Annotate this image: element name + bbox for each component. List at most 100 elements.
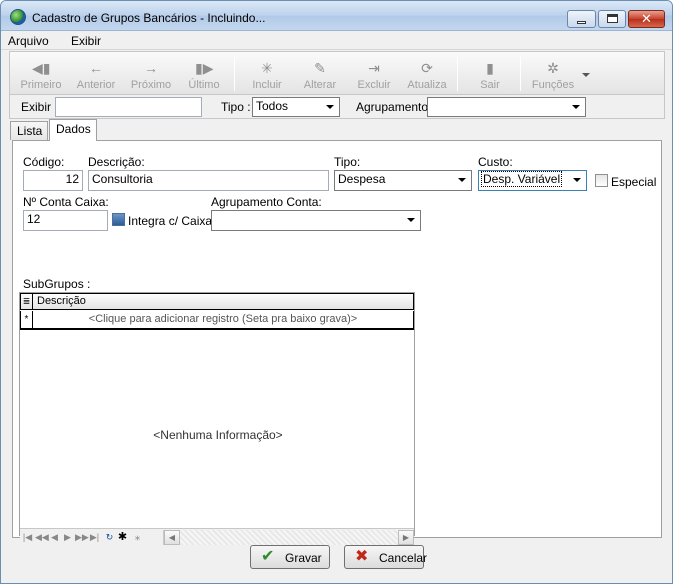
tipo-filter-select[interactable]: Todos — [252, 97, 340, 117]
funcoes-dropdown-arrow-icon[interactable] — [582, 73, 590, 77]
window-title: Cadastro de Grupos Bancários - Incluindo… — [32, 11, 266, 25]
menu-exibir[interactable]: Exibir — [71, 34, 101, 48]
codigo-label: Código: — [23, 155, 65, 169]
close-button[interactable]: ✕ — [628, 10, 665, 28]
chevron-down-icon — [326, 105, 334, 109]
agrupamento-conta-select[interactable] — [211, 210, 421, 231]
main-window: Cadastro de Grupos Bancários - Incluindo… — [0, 0, 673, 584]
toolbar-proximo-button[interactable]: → Próximo — [124, 54, 178, 94]
globe-app-icon — [10, 9, 26, 25]
dados-panel: Código: 12 Descrição: Consultoria Tipo: … — [12, 140, 662, 545]
grid-column-descricao[interactable]: Descrição — [37, 295, 86, 307]
menu-arquivo[interactable]: Arquivo — [8, 34, 49, 48]
nav-prior-icon[interactable]: ◀ — [49, 531, 60, 543]
cancel-x-icon: ✖ — [355, 548, 369, 565]
chevron-down-icon — [458, 178, 466, 182]
gravar-label: Gravar — [285, 551, 322, 565]
tipo-label: Tipo: — [334, 155, 361, 169]
integra-caixa-checkbox[interactable] — [112, 213, 125, 226]
subgrupos-label: SubGrupos : — [23, 277, 91, 291]
toolbar-incluir-button[interactable]: ✳ Incluir — [240, 54, 294, 94]
cancelar-label: Cancelar — [379, 551, 428, 565]
first-record-icon: ◀▮ — [32, 60, 51, 76]
grid-horizontal-scrollbar[interactable]: ◀ ▶ — [163, 530, 414, 545]
gravar-button[interactable]: ✔ Gravar — [250, 545, 330, 569]
exibir-input[interactable] — [55, 97, 202, 117]
new-row-hint: <Clique para adicionar registro (Seta pr… — [88, 313, 358, 325]
toolbar: ◀▮ Primeiro ← Anterior → Próximo ▮▶ Últi… — [9, 51, 665, 95]
chevron-down-icon — [573, 178, 581, 182]
toolbar-alterar-button[interactable]: ✎ Alterar — [293, 54, 347, 94]
chevron-down-icon — [572, 105, 580, 109]
toolbar-atualiza-button[interactable]: ⟳ Atualiza — [400, 54, 454, 94]
scroll-right-icon[interactable]: ▶ — [398, 530, 414, 545]
toolbar-button-label: Sair — [480, 79, 500, 91]
toolbar-button-label: Primeiro — [20, 79, 62, 91]
descricao-label: Descrição: — [88, 155, 145, 169]
toolbar-button-label: Excluir — [357, 79, 391, 91]
cancelar-button[interactable]: ✖ Cancelar — [344, 545, 428, 569]
scroll-left-icon[interactable]: ◀ — [164, 530, 180, 545]
conta-caixa-input[interactable]: 12 — [23, 210, 108, 231]
custo-value: Desp. Variável — [480, 171, 563, 187]
edit-record-icon: ✎ — [314, 60, 326, 76]
maximize-button[interactable] — [598, 10, 626, 28]
nav-insert-icon[interactable]: ✱ — [117, 531, 128, 543]
previous-arrow-icon: ← — [89, 60, 103, 76]
nav-prior-page-icon[interactable]: ◀◀ — [35, 531, 49, 543]
toolbar-primeiro-button[interactable]: ◀▮ Primeiro — [14, 54, 68, 94]
exit-door-icon: ▮ — [486, 60, 494, 76]
title-bar[interactable]: Cadastro de Grupos Bancários - Incluindo… — [1, 1, 672, 31]
close-icon: ✕ — [641, 11, 652, 26]
toolbar-sair-button[interactable]: ▮ Sair — [463, 54, 517, 94]
agrupamento-filter-label: Agrupamento: — [356, 100, 432, 114]
new-record-icon: ✳ — [261, 60, 273, 76]
minimize-button[interactable] — [567, 10, 596, 28]
nav-append-icon[interactable]: ⁎ — [132, 531, 143, 543]
tab-strip: Lista Dados — [9, 119, 665, 141]
toolbar-button-label: Próximo — [130, 79, 172, 91]
toolbar-anterior-button[interactable]: ← Anterior — [69, 54, 123, 94]
nav-next-page-icon[interactable]: ▶▶ — [75, 531, 89, 543]
tipo-value: Despesa — [338, 172, 386, 186]
maximize-icon — [607, 14, 618, 23]
filter-bar: Exibir : Tipo : Todos Agrupamento: — [9, 95, 665, 119]
delete-record-icon: ⇥ — [368, 60, 380, 76]
nav-refresh-icon[interactable]: ↻ — [104, 531, 115, 543]
tab-dados[interactable]: Dados — [49, 119, 97, 141]
subgrupos-grid[interactable]: ≣ Descrição * <Clique para adicionar reg… — [19, 292, 415, 545]
nav-last-icon[interactable]: ▶| — [89, 531, 100, 543]
grid-header-row: ≣ Descrição — [20, 293, 414, 310]
toolbar-button-label: Último — [188, 79, 220, 91]
new-row-marker: * — [21, 311, 33, 328]
tab-lista[interactable]: Lista — [10, 121, 48, 140]
codigo-input[interactable]: 12 — [23, 170, 83, 191]
tipo-filter-value: Todos — [256, 99, 289, 113]
toolbar-button-label: Anterior — [76, 79, 116, 91]
nav-first-icon[interactable]: |◀ — [22, 531, 33, 543]
minimize-icon — [577, 21, 586, 24]
toolbar-funcoes-button[interactable]: ✲ Funções — [525, 54, 581, 94]
tipo-filter-label: Tipo : — [221, 100, 251, 114]
checkmark-icon: ✔ — [261, 548, 275, 565]
toolbar-excluir-button[interactable]: ⇥ Excluir — [347, 54, 401, 94]
especial-label: Especial — [611, 175, 657, 189]
grid-empty-message: <Nenhuma Informação> — [153, 428, 283, 442]
nav-next-icon[interactable]: ▶ — [62, 531, 73, 543]
descricao-input[interactable]: Consultoria — [88, 170, 329, 191]
custo-label: Custo: — [478, 155, 513, 169]
tipo-select[interactable]: Despesa — [334, 170, 472, 191]
next-arrow-icon: → — [144, 60, 158, 76]
column-chooser-icon[interactable]: ≣ — [21, 294, 33, 309]
refresh-icon: ⟳ — [421, 60, 433, 76]
conta-caixa-label: Nº Conta Caixa: — [23, 195, 109, 209]
custo-select[interactable]: Desp. Variável — [478, 170, 587, 191]
agrupamento-conta-label: Agrupamento Conta: — [211, 195, 322, 209]
toolbar-separator — [457, 57, 458, 91]
toolbar-ultimo-button[interactable]: ▮▶ Último — [177, 54, 231, 94]
agrupamento-filter-select[interactable] — [427, 97, 586, 117]
grid-new-row[interactable]: * <Clique para adicionar registro (Seta … — [20, 311, 414, 330]
last-record-icon: ▮▶ — [195, 60, 214, 76]
toolbar-button-label: Atualiza — [407, 79, 447, 91]
especial-checkbox[interactable] — [595, 174, 608, 187]
